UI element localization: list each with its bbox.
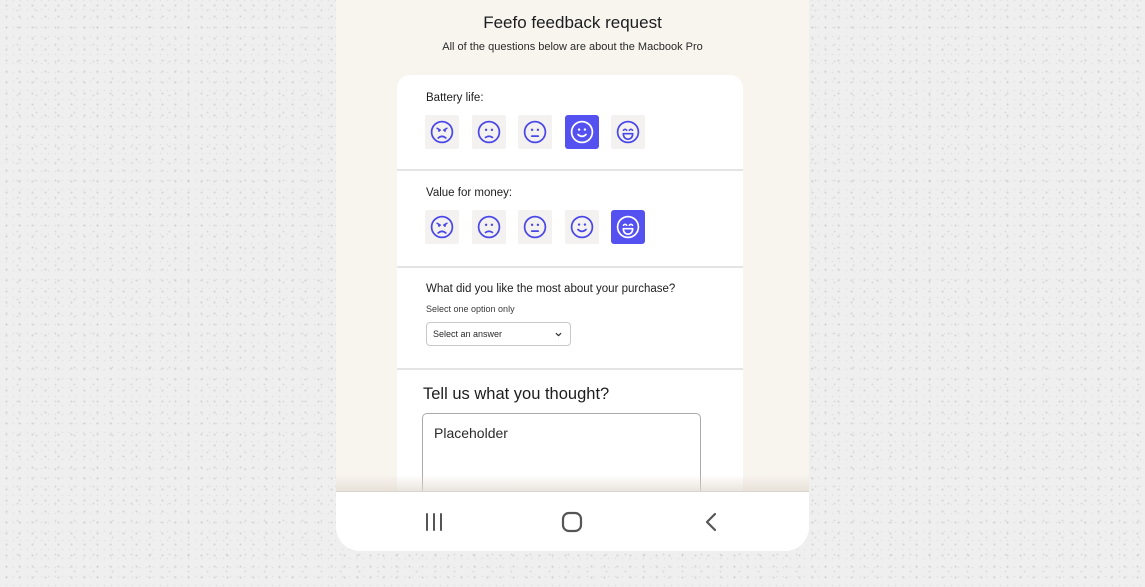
liked-most-helper: Select one option only [426,304,515,314]
dissatisfied-icon[interactable] [471,210,506,244]
very-dissatisfied-icon[interactable] [425,210,459,244]
page-subtitle: All of the questions below are about the… [442,41,703,53]
answer-select-value: Select an answer [433,329,503,339]
neutral-icon[interactable] [518,115,552,149]
neutral-icon[interactable] [518,210,552,244]
page-title: Feefo feedback request [483,13,662,32]
phone-screen: Feefo feedback request All of the questi… [336,0,809,551]
back-icon[interactable] [700,510,724,534]
very-satisfied-icon[interactable] [611,115,645,149]
value-for-money-question: Value for money: [397,171,743,268]
battery-life-label: Battery life: [426,92,484,104]
liked-most-question: What did you like the most about your pu… [397,268,743,370]
home-icon[interactable] [560,510,584,534]
satisfied-icon[interactable] [564,115,599,149]
battery-life-rating [425,115,658,149]
feedback-form: Battery life: Value for money: What did … [397,75,743,515]
very-dissatisfied-icon[interactable] [425,115,459,149]
very-satisfied-icon[interactable] [611,210,645,244]
satisfied-icon[interactable] [564,210,599,244]
chevron-down-icon [555,332,562,337]
thought-label: Tell us what you thought? [423,385,610,403]
dissatisfied-icon[interactable] [471,115,506,149]
battery-life-question: Battery life: [397,75,743,171]
android-navbar [336,491,809,551]
liked-most-label: What did you like the most about your pu… [426,283,676,295]
value-for-money-label: Value for money: [426,187,513,199]
thought-placeholder: Placeholder [434,425,508,441]
answer-select[interactable]: Select an answer [426,322,571,346]
value-for-money-rating [425,210,658,244]
recent-apps-icon[interactable] [422,510,446,534]
